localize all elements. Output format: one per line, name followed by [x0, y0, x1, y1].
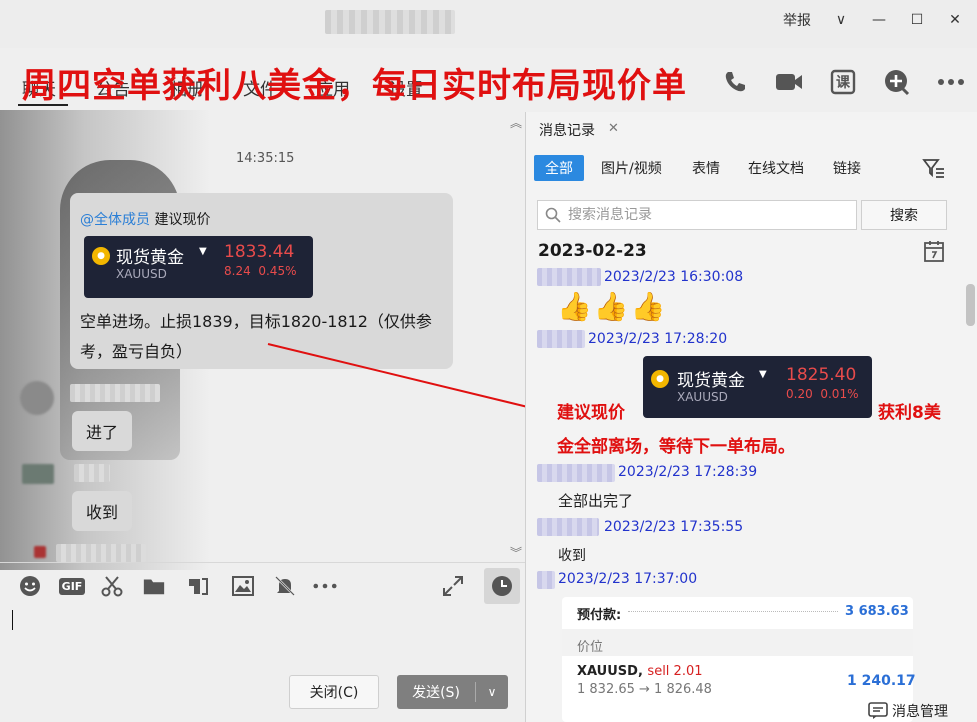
blurred-sender-name	[537, 518, 599, 536]
trade-side: sell 2.01	[647, 664, 703, 679]
history-scrollbar[interactable]	[966, 284, 975, 326]
quote-change: 0.20 0.01%	[786, 387, 858, 401]
history-timestamp: 2023/2/23 17:35:55	[604, 519, 744, 535]
quote-name: 现货黄金	[677, 371, 745, 391]
blurred-sender-name	[537, 571, 555, 589]
message-manage-label[interactable]: 消息管理	[892, 701, 948, 721]
filter-docs[interactable]: 在线文档	[748, 158, 804, 178]
filter-links[interactable]: 链接	[833, 158, 861, 178]
trade-profit: 1 240.17	[847, 673, 916, 689]
history-timestamp: 2023/2/23 16:30:08	[604, 269, 744, 285]
close-icon[interactable]: ✕	[608, 121, 619, 136]
filter-media[interactable]: 图片/视频	[601, 158, 662, 178]
history-timestamp: 2023/2/23 17:28:20	[588, 331, 728, 347]
history-message: 收到	[558, 548, 586, 564]
gold-quote-card[interactable]: ● 现货黄金 ▼ XAUUSD 1825.40 0.20 0.01%	[643, 356, 872, 418]
calendar-icon[interactable]	[924, 240, 944, 262]
search-placeholder: 搜索消息记录	[568, 207, 652, 223]
blurred-sender-name	[537, 268, 601, 286]
history-message: 全部出完了	[558, 492, 634, 510]
blurred-sender-name	[537, 464, 615, 482]
trade-price-move: 1 832.65 → 1 826.48	[577, 682, 712, 697]
history-timestamp: 2023/2/23 17:37:00	[558, 571, 698, 587]
caret-down-icon: ▼	[759, 369, 767, 380]
trade-symbol-name: XAUUSD,	[577, 664, 643, 679]
trade-symbol: XAUUSD, sell 2.01	[577, 664, 703, 679]
history-date: 2023-02-23	[538, 241, 647, 261]
gold-coin-icon: ●	[651, 370, 669, 388]
thumbs-up-message: 👍👍👍	[557, 290, 668, 323]
price-header-band	[562, 629, 913, 656]
quote-symbol: XAUUSD	[677, 390, 728, 404]
prepay-label: 预付款:	[577, 608, 622, 623]
annotation-suggest: 建议现价	[557, 403, 625, 423]
quote-change-value: 0.20	[786, 387, 813, 401]
prepay-value: 3 683.63	[845, 604, 909, 619]
quote-change-percent: 0.01%	[820, 387, 859, 401]
quote-price: 1825.40	[786, 365, 857, 385]
annotation-exit: 金全部离场，等待下一单布局。	[557, 437, 795, 457]
search-button[interactable]: 搜索	[861, 200, 947, 230]
blurred-sender-name	[537, 330, 585, 348]
message-manage-icon	[868, 702, 888, 719]
history-timestamp: 2023/2/23 17:28:39	[618, 464, 758, 480]
message-manage-button[interactable]: 消息管理	[868, 701, 948, 721]
price-label: 价位	[577, 640, 604, 655]
search-icon	[545, 207, 561, 223]
filter-stickers[interactable]: 表情	[692, 158, 720, 178]
dotted-leader	[628, 611, 838, 612]
history-title[interactable]: 消息记录	[539, 120, 595, 140]
history-search-input[interactable]: 搜索消息记录	[537, 200, 857, 230]
annotation-profit: 获利8美	[878, 403, 941, 423]
filter-all[interactable]: 全部	[534, 155, 584, 181]
filter-icon[interactable]	[922, 157, 946, 179]
